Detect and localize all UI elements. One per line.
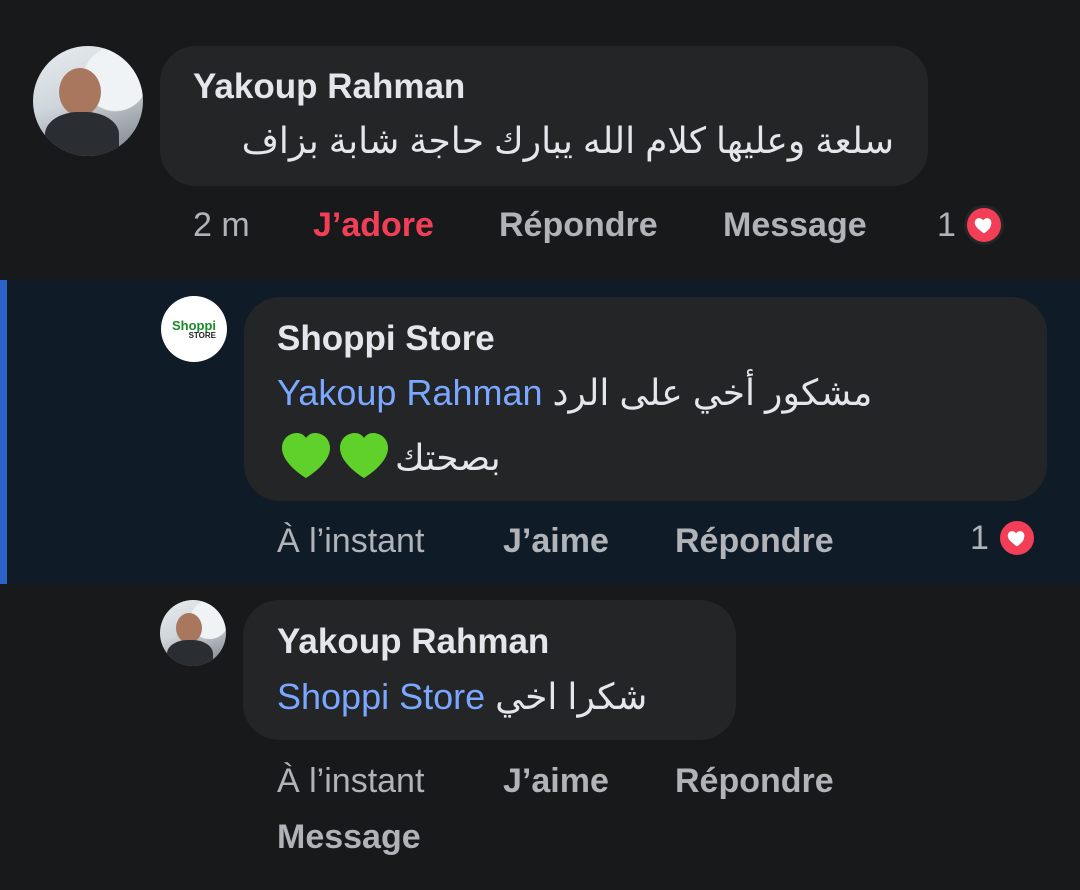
message-button[interactable]: Message bbox=[277, 818, 421, 857]
comment-1: Yakoup Rahman سلعة وعليها كلام الله يبار… bbox=[0, 0, 1080, 278]
avatar[interactable] bbox=[33, 46, 143, 156]
timestamp: À l’instant bbox=[277, 762, 425, 800]
reply-button[interactable]: Répondre bbox=[499, 206, 658, 245]
author-name[interactable]: Yakoup Rahman bbox=[277, 622, 549, 662]
author-name[interactable]: Yakoup Rahman bbox=[193, 67, 465, 107]
love-button[interactable]: J’adore bbox=[313, 206, 434, 245]
reaction-summary[interactable]: 1 bbox=[970, 518, 1037, 558]
like-button[interactable]: J’aime bbox=[503, 522, 609, 561]
timestamp: À l’instant bbox=[277, 522, 425, 560]
reaction-summary[interactable]: 1 bbox=[937, 205, 1004, 245]
author-name[interactable]: Shoppi Store bbox=[277, 319, 495, 359]
avatar[interactable]: Shoppi STORE bbox=[161, 296, 227, 362]
mention-link[interactable]: Shoppi Store bbox=[277, 676, 485, 717]
comment-text-line1: Yakoup Rahman مشكور أخي على الرد bbox=[277, 372, 873, 413]
comment-actions: 2 m J’adore Répondre Message bbox=[0, 206, 1080, 250]
comment-text-line2: بصحتك bbox=[277, 430, 501, 491]
green-heart-icon bbox=[277, 430, 393, 491]
comment-actions: À l’instant J’aime Répondre bbox=[7, 522, 1080, 566]
reply-button[interactable]: Répondre bbox=[675, 762, 834, 801]
comment-bubble bbox=[243, 600, 736, 740]
comment-text: Shoppi Store شكرا اخي bbox=[277, 676, 648, 717]
avatar[interactable] bbox=[160, 600, 226, 666]
heart-icon bbox=[963, 205, 1004, 245]
comment-3: Yakoup Rahman Shoppi Store شكرا اخي À l’… bbox=[0, 584, 1080, 890]
reply-button[interactable]: Répondre bbox=[675, 522, 834, 561]
mention-link[interactable]: Yakoup Rahman bbox=[277, 372, 543, 413]
shoppi-store-logo: Shoppi STORE bbox=[171, 317, 217, 340]
reaction-count: 1 bbox=[970, 518, 989, 557]
comment-text: سلعة وعليها كلام الله يبارك حاجة شابة بز… bbox=[241, 120, 894, 161]
reaction-count: 1 bbox=[937, 205, 956, 244]
comment-actions: À l’instant J’aime Répondre Message bbox=[0, 762, 1080, 862]
heart-icon bbox=[996, 518, 1037, 558]
comment-2-highlighted: Shoppi STORE Shoppi Store Yakoup Rahman … bbox=[0, 280, 1080, 584]
message-button[interactable]: Message bbox=[723, 206, 867, 245]
like-button[interactable]: J’aime bbox=[503, 762, 609, 801]
timestamp: 2 m bbox=[193, 206, 250, 244]
